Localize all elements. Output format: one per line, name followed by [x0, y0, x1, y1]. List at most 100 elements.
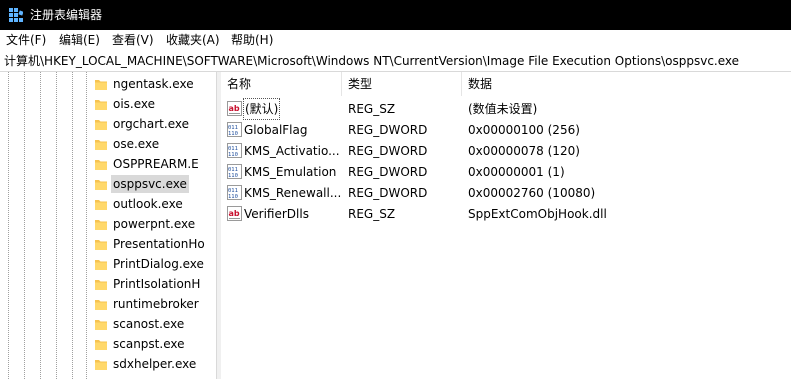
key-tree[interactable]: ngentask.exe ois.exe orgchart.exe ose.exe OS… — [0, 72, 216, 379]
value-data: 0x00000078 (120) — [468, 144, 580, 158]
string-value-icon: ab — [227, 206, 242, 221]
tree-item-label: PresentationHo — [113, 237, 205, 251]
address-bar[interactable]: 计算机\HKEY_LOCAL_MACHINE\SOFTWARE\Microsof… — [0, 50, 791, 72]
binary-value-icon: 011110 — [227, 185, 242, 200]
folder-icon — [95, 220, 107, 230]
folder-icon — [95, 200, 107, 210]
menu-help[interactable]: 帮助(H) — [231, 32, 273, 48]
folder-icon — [95, 320, 107, 330]
tree-guide-line — [24, 72, 25, 379]
svg-text:110: 110 — [228, 173, 238, 179]
binary-value-icon: 011110 — [227, 164, 242, 179]
folder-icon — [95, 340, 107, 350]
value-data: 0x00000001 (1) — [468, 165, 565, 179]
tree-item-label: orgchart.exe — [113, 117, 189, 131]
folder-icon — [95, 300, 107, 310]
menu-edit[interactable]: 编辑(E) — [59, 32, 100, 48]
column-header-type[interactable]: 类型 — [342, 72, 462, 96]
binary-value-icon: 011110 — [227, 143, 242, 158]
tree-item[interactable]: PrintDialog.exe — [92, 254, 216, 274]
menu-view[interactable]: 查看(V) — [112, 32, 154, 48]
column-header-type-label: 类型 — [348, 77, 373, 91]
tree-item[interactable]: runtimebroker — [92, 294, 216, 314]
tree-item-label: runtimebroker — [113, 297, 199, 311]
value-type: REG_DWORD — [348, 123, 428, 137]
column-header-data[interactable]: 数据 — [462, 72, 791, 96]
value-type: REG_SZ — [348, 207, 396, 221]
tree-item[interactable]: ose.exe — [92, 134, 216, 154]
svg-text:ab: ab — [229, 209, 240, 218]
tree-item[interactable]: OSPPREARM.E — [92, 154, 216, 174]
tree-item[interactable]: PresentationHo — [92, 234, 216, 254]
value-row[interactable]: ab VerifierDlls REG_SZ SppExtComObjHook.dll — [221, 203, 791, 224]
folder-icon — [95, 280, 107, 290]
tree-item[interactable]: ngentask.exe — [92, 74, 216, 94]
address-path[interactable]: 计算机\HKEY_LOCAL_MACHINE\SOFTWARE\Microsof… — [4, 53, 739, 69]
value-type: REG_DWORD — [348, 186, 428, 200]
value-data: 0x00002760 (10080) — [468, 186, 596, 200]
column-header-name-label: 名称 — [227, 77, 252, 91]
window-title: 注册表编辑器 — [30, 8, 103, 22]
column-header-name[interactable]: 名称 — [221, 72, 342, 96]
value-name: KMS_Emulation — [244, 165, 337, 179]
menu-bar: 文件(F) 编辑(E) 查看(V) 收藏夹(A) 帮助(H) — [0, 30, 791, 50]
value-type: REG_DWORD — [348, 144, 428, 158]
value-data: (数值未设置) — [468, 102, 538, 116]
svg-text:110: 110 — [228, 194, 238, 200]
tree-item-label: PrintIsolationH — [113, 277, 201, 291]
folder-icon — [95, 80, 107, 90]
binary-value-icon: 011110 — [227, 122, 242, 137]
value-row[interactable]: 011 110 KMS_Renewall... REG_DWORD 0x00002760… — [221, 182, 791, 203]
tree-item[interactable]: scanpst.exe — [92, 334, 216, 354]
folder-icon — [95, 260, 107, 270]
tree-item-label: PrintDialog.exe — [113, 257, 204, 271]
value-data: 0x00000100 (256) — [468, 123, 580, 137]
folder-icon — [95, 360, 107, 370]
menu-favorites[interactable]: 收藏夹(A) — [166, 32, 220, 48]
value-name: GlobalFlag — [244, 123, 308, 137]
tree-item-label: ois.exe — [113, 97, 156, 111]
registry-editor-icon — [9, 8, 23, 22]
tree-item[interactable]: PrintIsolationH — [92, 274, 216, 294]
tree-item-label: ngentask.exe — [113, 77, 194, 91]
menu-file[interactable]: 文件(F) — [6, 32, 46, 48]
folder-icon — [95, 180, 107, 190]
tree-item-label: osppsvc.exe — [111, 175, 189, 193]
tree-item-label: sdxhelper.exe — [113, 357, 197, 371]
tree-guide-line — [72, 72, 73, 379]
tree-item[interactable]: ois.exe — [92, 94, 216, 114]
value-type: REG_DWORD — [348, 165, 428, 179]
value-name: VerifierDlls — [244, 207, 309, 221]
folder-icon — [95, 120, 107, 130]
svg-text:ab: ab — [229, 104, 240, 113]
tree-item[interactable]: outlook.exe — [92, 194, 216, 214]
tree-item-label: ose.exe — [113, 137, 160, 151]
svg-text:110: 110 — [228, 131, 238, 137]
value-type: REG_SZ — [348, 102, 396, 116]
tree-item-label: powerpnt.exe — [113, 217, 196, 231]
svg-text:110: 110 — [228, 152, 238, 158]
value-list[interactable]: 名称 类型 数据 ab (默认) REG_SZ (数值未设置) 011 110 Global… — [221, 72, 791, 379]
tree-item[interactable]: orgchart.exe — [92, 114, 216, 134]
tree-item[interactable]: sdxhelper.exe — [92, 354, 216, 374]
string-value-icon: ab — [227, 101, 242, 116]
tree-item-label: scanost.exe — [113, 317, 185, 331]
tree-item-label: OSPPREARM.E — [113, 157, 199, 171]
tree-guide-line — [56, 72, 57, 379]
tree-item[interactable]: scanost.exe — [92, 314, 216, 334]
value-name: KMS_Renewall... — [244, 186, 342, 200]
tree-item[interactable]: osppsvc.exe — [92, 174, 216, 194]
value-row[interactable]: 011 110 KMS_Emulation REG_DWORD 0x00000001 (… — [221, 161, 791, 182]
tree-guide-line — [40, 72, 41, 379]
value-row[interactable]: ab (默认) REG_SZ (数值未设置) — [221, 98, 791, 120]
folder-icon — [95, 100, 107, 110]
tree-item[interactable]: powerpnt.exe — [92, 214, 216, 234]
tree-item-label: outlook.exe — [113, 197, 183, 211]
value-row[interactable]: 011 110 GlobalFlag REG_DWORD 0x00000100 (256… — [221, 119, 791, 140]
title-bar: 注册表编辑器 — [0, 0, 791, 30]
folder-icon — [95, 160, 107, 170]
column-header-data-label: 数据 — [468, 77, 493, 91]
value-row[interactable]: 011 110 KMS_Activatio... REG_DWORD 0x0000007… — [221, 140, 791, 161]
folder-icon — [95, 240, 107, 250]
value-name: KMS_Activatio... — [244, 144, 340, 158]
